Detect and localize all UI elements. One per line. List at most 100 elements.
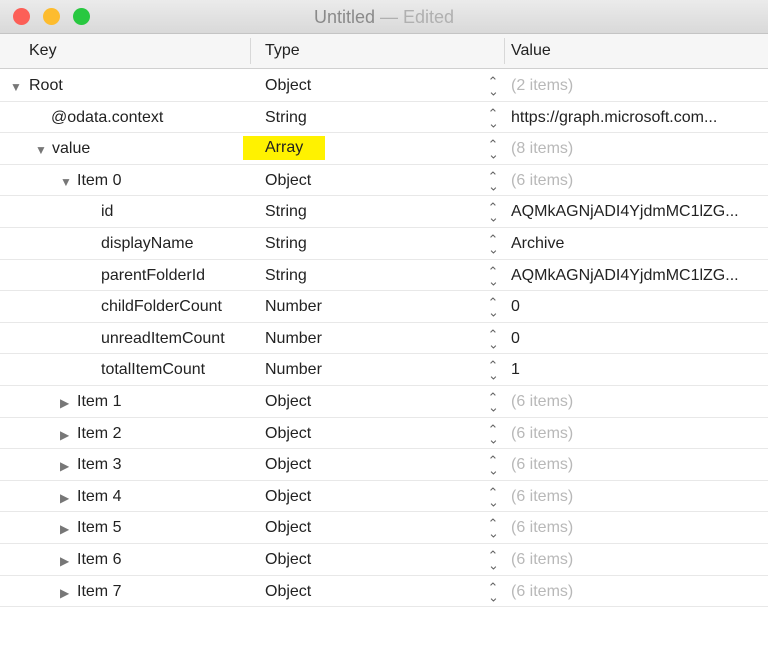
- type-stepper-icon[interactable]: ⌃ ⌃: [487, 233, 499, 256]
- row-value[interactable]: 1: [511, 361, 520, 379]
- outline-row[interactable]: ▶ Item 2 Object ⌃ ⌃ (6 items): [0, 418, 768, 450]
- type-stepper-icon[interactable]: ⌃ ⌃: [487, 423, 499, 446]
- row-type[interactable]: Object: [265, 77, 311, 95]
- disclosure-expanded-icon[interactable]: ▼: [35, 143, 47, 157]
- type-stepper-icon[interactable]: ⌃ ⌃: [487, 486, 499, 509]
- row-type[interactable]: Object: [265, 425, 311, 443]
- row-type[interactable]: Number: [265, 298, 322, 316]
- row-value[interactable]: (2 items): [511, 77, 573, 95]
- disclosure-collapsed-icon[interactable]: ▶: [60, 428, 69, 442]
- outline-row[interactable]: ▼ Item 0 Object ⌃ ⌃ (6 items): [0, 165, 768, 197]
- outline-row[interactable]: ▼ value Array ⌃ ⌃ (8 items): [0, 133, 768, 165]
- disclosure-collapsed-icon[interactable]: ▶: [60, 554, 69, 568]
- row-type[interactable]: Object: [265, 172, 311, 190]
- row-key[interactable]: parentFolderId: [101, 267, 205, 285]
- outline-row[interactable]: totalItemCount Number ⌃ ⌃ 1: [0, 354, 768, 386]
- row-value[interactable]: (6 items): [511, 393, 573, 411]
- column-value[interactable]: Value: [511, 42, 551, 60]
- row-key[interactable]: displayName: [101, 235, 193, 253]
- disclosure-expanded-icon[interactable]: ▼: [10, 80, 22, 94]
- outline-row[interactable]: ▶ Item 3 Object ⌃ ⌃ (6 items): [0, 449, 768, 481]
- row-value[interactable]: AQMkAGNjADI4YjdmMC1lZG...: [511, 267, 739, 285]
- row-value[interactable]: (6 items): [511, 172, 573, 190]
- outline-row[interactable]: childFolderCount Number ⌃ ⌃ 0: [0, 291, 768, 323]
- row-key[interactable]: Item 2: [77, 425, 121, 443]
- outline-row[interactable]: ▶ Item 4 Object ⌃ ⌃ (6 items): [0, 481, 768, 513]
- row-key[interactable]: totalItemCount: [101, 361, 205, 379]
- row-key[interactable]: Item 4: [77, 488, 121, 506]
- type-stepper-icon[interactable]: ⌃ ⌃: [487, 517, 499, 540]
- column-key[interactable]: Key: [29, 42, 57, 60]
- row-type[interactable]: Number: [265, 330, 322, 348]
- type-stepper-icon[interactable]: ⌃ ⌃: [487, 296, 499, 319]
- disclosure-collapsed-icon[interactable]: ▶: [60, 522, 69, 536]
- row-type[interactable]: Object: [265, 488, 311, 506]
- disclosure-expanded-icon[interactable]: ▼: [60, 175, 72, 189]
- row-key[interactable]: @odata.context: [51, 109, 163, 127]
- outline-row[interactable]: id String ⌃ ⌃ AQMkAGNjADI4YjdmMC1lZG...: [0, 196, 768, 228]
- column-divider[interactable]: [504, 38, 505, 64]
- row-key[interactable]: Item 1: [77, 393, 121, 411]
- row-key[interactable]: Item 0: [77, 172, 121, 190]
- row-value[interactable]: (6 items): [511, 583, 573, 601]
- type-stepper-icon[interactable]: ⌃ ⌃: [487, 391, 499, 414]
- disclosure-collapsed-icon[interactable]: ▶: [60, 491, 69, 505]
- type-stepper-icon[interactable]: ⌃ ⌃: [487, 581, 499, 604]
- row-type[interactable]: String: [265, 109, 307, 127]
- row-key[interactable]: value: [52, 140, 90, 158]
- row-type[interactable]: Number: [265, 361, 322, 379]
- type-stepper-icon[interactable]: ⌃ ⌃: [487, 549, 499, 572]
- row-value[interactable]: (6 items): [511, 425, 573, 443]
- disclosure-collapsed-icon[interactable]: ▶: [60, 396, 69, 410]
- row-value[interactable]: 0: [511, 298, 520, 316]
- type-stepper-icon[interactable]: ⌃ ⌃: [487, 170, 499, 193]
- type-stepper-icon[interactable]: ⌃ ⌃: [487, 359, 499, 382]
- outline-row[interactable]: parentFolderId String ⌃ ⌃ AQMkAGNjADI4YjdmMC…: [0, 260, 768, 292]
- outline-row[interactable]: ▶ Item 6 Object ⌃ ⌃ (6 items): [0, 544, 768, 576]
- row-type[interactable]: Object: [265, 551, 311, 569]
- row-type[interactable]: Array: [243, 136, 326, 161]
- row-key[interactable]: unreadItemCount: [101, 330, 225, 348]
- row-value[interactable]: https://graph.microsoft.com...: [511, 109, 717, 127]
- row-value[interactable]: (8 items): [511, 140, 573, 158]
- row-value[interactable]: (6 items): [511, 456, 573, 474]
- row-key[interactable]: id: [101, 203, 113, 221]
- row-type[interactable]: Object: [265, 583, 311, 601]
- outline-row[interactable]: ▼ Root Object ⌃ ⌃ (2 items): [0, 70, 768, 102]
- outline-row[interactable]: ▶ Item 5 Object ⌃ ⌃ (6 items): [0, 512, 768, 544]
- row-value[interactable]: (6 items): [511, 551, 573, 569]
- row-value[interactable]: (6 items): [511, 488, 573, 506]
- row-key[interactable]: Item 5: [77, 519, 121, 537]
- row-type[interactable]: String: [265, 203, 307, 221]
- row-type[interactable]: Object: [265, 519, 311, 537]
- type-stepper-icon[interactable]: ⌃ ⌃: [487, 201, 499, 224]
- row-type[interactable]: Object: [265, 393, 311, 411]
- type-stepper-icon[interactable]: ⌃ ⌃: [487, 75, 499, 98]
- outline-row[interactable]: displayName String ⌃ ⌃ Archive: [0, 228, 768, 260]
- type-stepper-icon[interactable]: ⌃ ⌃: [487, 107, 499, 130]
- row-value[interactable]: 0: [511, 330, 520, 348]
- type-stepper-icon[interactable]: ⌃ ⌃: [487, 328, 499, 351]
- column-type[interactable]: Type: [265, 42, 300, 60]
- outline-row[interactable]: ▶ Item 1 Object ⌃ ⌃ (6 items): [0, 386, 768, 418]
- disclosure-collapsed-icon[interactable]: ▶: [60, 459, 69, 473]
- row-key[interactable]: Root: [29, 77, 63, 95]
- type-stepper-icon[interactable]: ⌃ ⌃: [487, 265, 499, 288]
- row-key[interactable]: Item 7: [77, 583, 121, 601]
- type-stepper-icon[interactable]: ⌃ ⌃: [487, 138, 499, 161]
- outline-row[interactable]: @odata.context String ⌃ ⌃ https://graph.micr…: [0, 102, 768, 134]
- row-key[interactable]: Item 6: [77, 551, 121, 569]
- type-stepper-icon[interactable]: ⌃ ⌃: [487, 454, 499, 477]
- row-value[interactable]: (6 items): [511, 519, 573, 537]
- row-value[interactable]: AQMkAGNjADI4YjdmMC1lZG...: [511, 203, 739, 221]
- outline-row[interactable]: ▶ Item 7 Object ⌃ ⌃ (6 items): [0, 576, 768, 608]
- row-key[interactable]: Item 3: [77, 456, 121, 474]
- row-type[interactable]: Object: [265, 456, 311, 474]
- disclosure-collapsed-icon[interactable]: ▶: [60, 586, 69, 600]
- row-key[interactable]: childFolderCount: [101, 298, 222, 316]
- row-value[interactable]: Archive: [511, 235, 564, 253]
- outline-row[interactable]: unreadItemCount Number ⌃ ⌃ 0: [0, 323, 768, 355]
- column-divider[interactable]: [250, 38, 251, 64]
- row-type[interactable]: String: [265, 267, 307, 285]
- row-type[interactable]: String: [265, 235, 307, 253]
